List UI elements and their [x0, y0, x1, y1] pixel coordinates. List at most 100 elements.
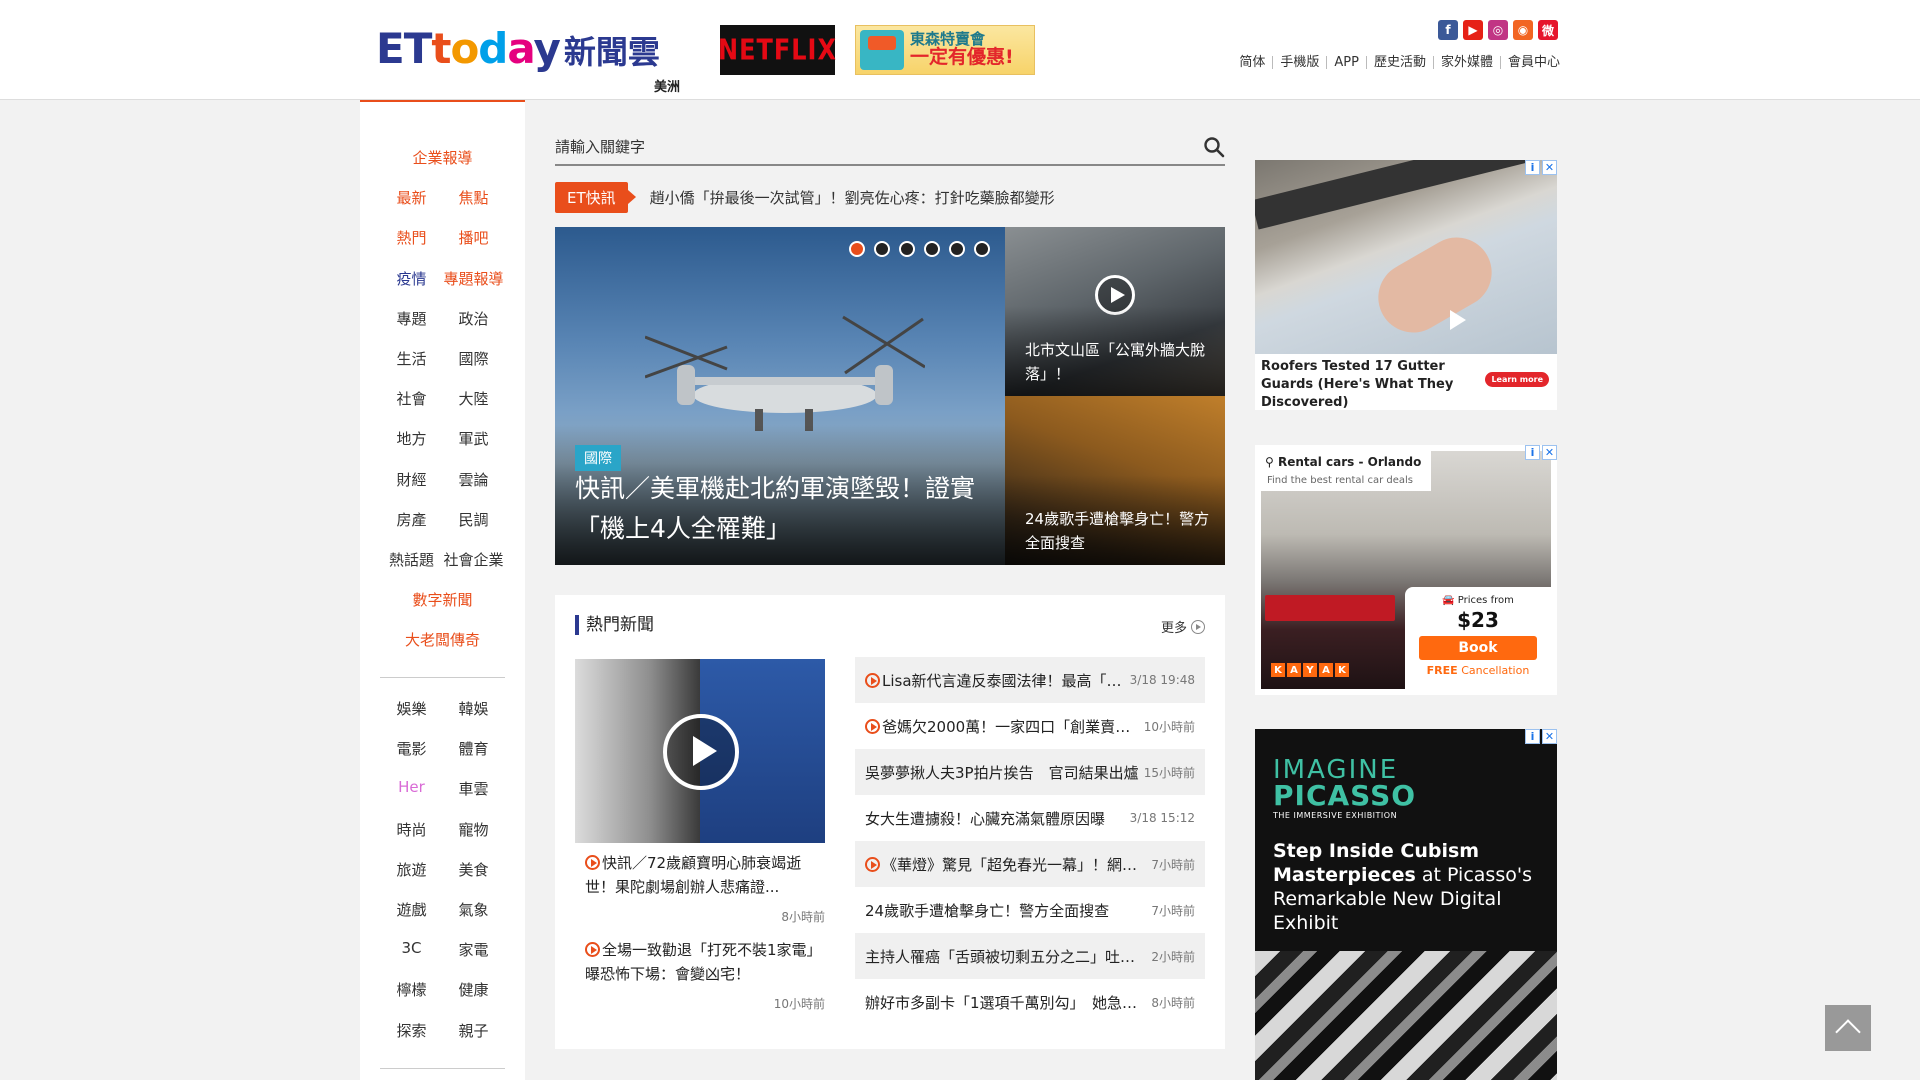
site-logo[interactable]: ETtoday 新聞雲 [376, 24, 686, 73]
ad-kayak[interactable]: i ✕ ⚲ Rental cars - Orlando Find the best… [1255, 445, 1557, 695]
nav-item[interactable]: 家電 [443, 939, 505, 960]
ad-info-icon[interactable]: i [1525, 445, 1540, 460]
nav-item[interactable]: 遊戲 [381, 899, 443, 920]
more-link[interactable]: 更多 [1161, 617, 1205, 636]
nav-item[interactable]: 熱話題 [381, 549, 443, 570]
nav-item[interactable]: 娛樂 [381, 698, 443, 719]
top-nav-item[interactable]: 歷史活動 [1365, 56, 1433, 69]
instagram-icon[interactable]: ◎ [1488, 20, 1508, 40]
nav-item[interactable]: 最新 [381, 187, 443, 208]
youtube-icon[interactable]: ▶ [1463, 20, 1483, 40]
featured-title[interactable]: 快訊／72歲顧寶明心肺衰竭逝世！果陀劇場創辦人悲痛證... [585, 851, 815, 899]
featured-thumbnail[interactable] [575, 659, 825, 843]
rss-icon[interactable]: ◉ [1513, 20, 1533, 40]
nav-item[interactable]: 親子 [443, 1020, 505, 1041]
ad-info-icon[interactable]: i [1525, 160, 1540, 175]
close-icon[interactable]: ✕ [1542, 729, 1557, 744]
nav-item[interactable]: 氣象 [443, 899, 505, 920]
nav-item[interactable]: 大陸 [443, 388, 505, 409]
nav-item[interactable]: 疫情 [381, 268, 443, 289]
slide-dot[interactable] [874, 241, 890, 257]
nav-item[interactable]: 旅遊 [381, 859, 443, 880]
nav-item[interactable]: 體育 [443, 738, 505, 759]
slide-dot[interactable] [849, 241, 865, 257]
search-icon[interactable] [1203, 136, 1225, 158]
slide-dot[interactable] [949, 241, 965, 257]
nav-item[interactable]: 韓娛 [443, 698, 505, 719]
ad-caption: Roofers Tested 17 Gutter Guards (Here's … [1261, 359, 1454, 410]
slide-dot[interactable] [899, 241, 915, 257]
list-item[interactable]: 辦好市多副卡「1選項千萬別勾」 她急求救 8小時前 [855, 979, 1205, 1025]
hero-title[interactable]: 快訊／美軍機赴北約軍演墜毀！證實「機上4人全罹難」 [575, 469, 985, 549]
nav-item[interactable]: 車雲 [443, 778, 505, 799]
nav-item[interactable]: 探索 [381, 1020, 443, 1041]
video-icon [585, 855, 600, 870]
region-label[interactable]: 美洲 [654, 76, 680, 95]
nav-item[interactable]: 房產 [381, 509, 443, 530]
top-nav-item[interactable]: 家外媒體 [1432, 56, 1500, 69]
nav-item[interactable]: 政治 [443, 308, 505, 329]
list-item[interactable]: 女大生遭擄殺！心臟充滿氣體原因曝 3/18 15:12 [855, 795, 1205, 841]
nav-item[interactable]: 熱門 [381, 227, 443, 248]
close-icon[interactable]: ✕ [1542, 445, 1557, 460]
list-item[interactable]: 24歲歌手遭槍擊身亡！警方全面搜查 7小時前 [855, 887, 1205, 933]
nav-item[interactable]: 地方 [381, 428, 443, 449]
hero-slide[interactable]: 國際 快訊／美軍機赴北約軍演墜毀！證實「機上4人全罹難」 [555, 227, 1005, 565]
side-news-card[interactable]: 24歲歌手遭槍擊身亡！警方全面搜查 [1005, 396, 1225, 565]
nav-item[interactable]: 國際 [443, 348, 505, 369]
side-news-card[interactable]: 北市文山區「公寓外牆大脫落」！ [1005, 227, 1225, 396]
ad-controls: i ✕ [1525, 160, 1557, 175]
ad-gutter-guards[interactable]: i ✕ Roofers Tested 17 Gutter Guards (Here… [1255, 160, 1557, 410]
book-button[interactable]: Book [1419, 636, 1537, 660]
top-nav-item[interactable]: 會員中心 [1499, 56, 1560, 69]
top-nav-item[interactable]: 手機版 [1272, 56, 1326, 69]
promo-banner[interactable]: 東森特賣會 一定有優惠! [855, 25, 1035, 75]
ad-info-icon[interactable]: i [1525, 729, 1540, 744]
featured-title[interactable]: 全場一致勸退「打死不裝1家電」 曝恐怖下場：會變凶宅！ [585, 938, 829, 986]
nav-item[interactable]: Her [381, 778, 443, 799]
nav-item[interactable]: 電影 [381, 738, 443, 759]
nav-item[interactable]: 美食 [443, 859, 505, 880]
list-item[interactable]: 吳夢夢揪人夫3P拍片挨告 官司結果出爐 15小時前 [855, 749, 1205, 795]
list-item[interactable]: 爸媽欠2000萬！一家四口「創業賣雞排」 10小時前 [855, 703, 1205, 749]
nav-item[interactable]: 民調 [443, 509, 505, 530]
hero-category[interactable]: 國際 [575, 445, 621, 471]
nav-item[interactable]: 3C [381, 939, 443, 960]
top-nav-item[interactable]: APP [1326, 56, 1366, 69]
nav-item[interactable]: 寵物 [443, 819, 505, 840]
netflix-banner[interactable]: NETFLIX [718, 25, 836, 75]
slide-dot[interactable] [924, 241, 940, 257]
nav-item[interactable]: 生活 [381, 348, 443, 369]
nav-item[interactable]: 軍武 [443, 428, 505, 449]
weibo-icon[interactable]: 微 [1538, 20, 1558, 40]
back-to-top-button[interactable] [1825, 1005, 1871, 1051]
list-item[interactable]: Lisa新代言違反泰國法律！最高「關5年」3/18 19:48 [855, 657, 1205, 703]
ad-picasso[interactable]: i ✕ IMAGINE PICASSO THE IMMERSIVE EXHIBIT… [1255, 729, 1557, 1080]
nav-item[interactable]: 社會企業 [443, 549, 505, 570]
nav-item[interactable]: 播吧 [443, 227, 505, 248]
list-item-time: 8小時前 [1151, 995, 1195, 1010]
close-icon[interactable]: ✕ [1542, 160, 1557, 175]
nav-item[interactable]: 健康 [443, 979, 505, 1000]
nav-item[interactable]: 企業報導 [412, 147, 472, 168]
nav-item[interactable]: 專題 [381, 308, 443, 329]
play-icon [663, 714, 739, 790]
nav-item[interactable]: 雲論 [443, 469, 505, 490]
nav-item[interactable]: 財經 [381, 469, 443, 490]
search-input[interactable] [555, 132, 1175, 162]
list-item-title-text: 爸媽欠2000萬！一家四口「創業賣雞排」 [882, 717, 1142, 736]
nav-item[interactable]: 社會 [381, 388, 443, 409]
nav-item[interactable]: 數字新聞 [412, 589, 472, 610]
top-nav-item[interactable]: 简体 [1232, 56, 1272, 69]
nav-item[interactable]: 大老闆傳奇 [405, 629, 480, 650]
nav-item[interactable]: 專題報導 [443, 268, 505, 289]
breaking-headline[interactable]: 趙小僑「拚最後一次試管」！劉亮佐心疼：打針吃藥臉都變形 [650, 187, 1055, 208]
nav-item[interactable]: 焦點 [443, 187, 505, 208]
learn-more-button[interactable]: Learn more [1485, 372, 1549, 387]
facebook-icon[interactable]: f [1438, 20, 1458, 40]
slide-dot[interactable] [974, 241, 990, 257]
nav-item[interactable]: 檸檬 [381, 979, 443, 1000]
list-item[interactable]: 《華燈》驚見「超免春光一幕」！網友暴動 7小時前 [855, 841, 1205, 887]
nav-item[interactable]: 時尚 [381, 819, 443, 840]
list-item[interactable]: 主持人罹癌「舌頭被切剩五分之二」吐心聲 2小時前 [855, 933, 1205, 979]
